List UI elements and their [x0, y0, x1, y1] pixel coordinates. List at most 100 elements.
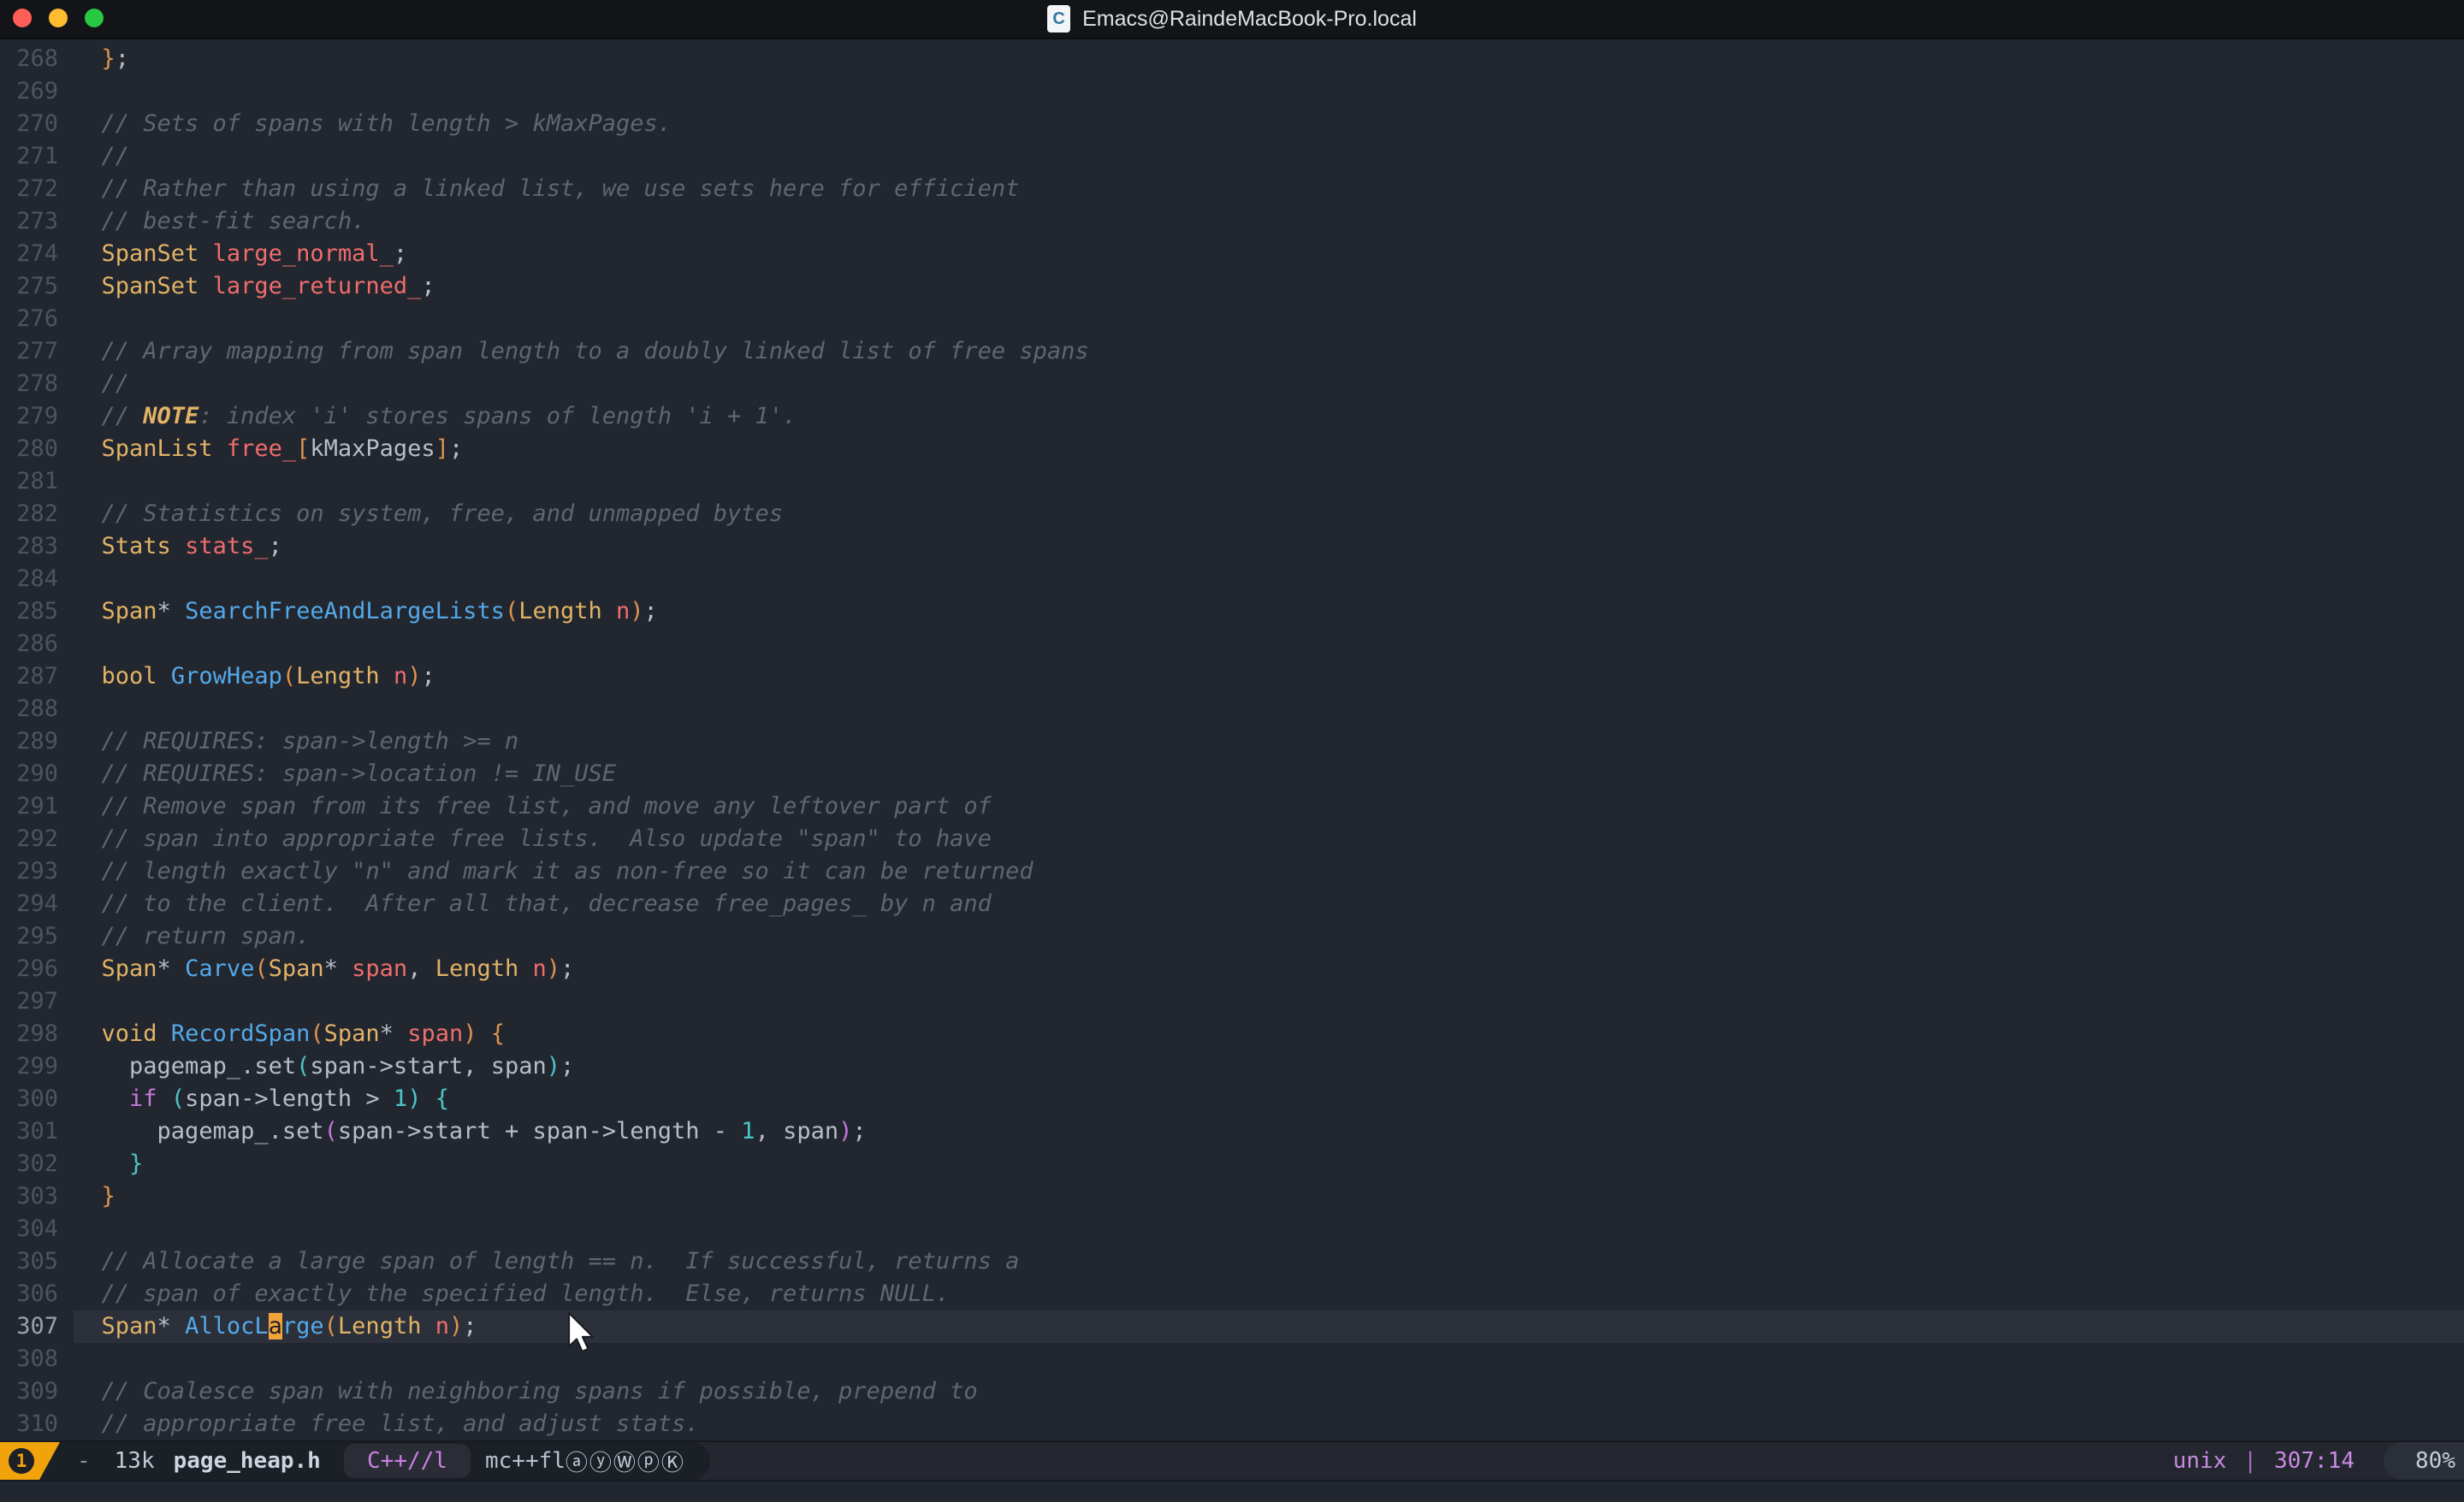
code-text: // length exactly "n" and mark it as non… — [101, 858, 1034, 884]
code-line[interactable]: 272 // Rather than using a linked list, … — [0, 173, 2464, 205]
code-line[interactable]: 280 SpanList free_[kMaxPages]; — [0, 433, 2464, 465]
code-line[interactable]: 277 // Array mapping from span length to… — [0, 335, 2464, 368]
major-mode-pill[interactable]: C++//l — [344, 1444, 471, 1478]
code-line[interactable]: 269 — [0, 75, 2464, 108]
code-text: // — [101, 143, 130, 169]
code-line[interactable]: 310 // appropriate free list, and adjust… — [0, 1408, 2464, 1440]
code-line[interactable]: 270 // Sets of spans with length > kMaxP… — [0, 108, 2464, 140]
code-text: // to the client. After all that, decrea… — [101, 890, 992, 917]
code-line[interactable]: 300 if (span->length > 1) { — [0, 1083, 2464, 1115]
code-line[interactable]: 304 — [0, 1213, 2464, 1245]
code-text: // Array mapping from span length to a d… — [101, 338, 1089, 364]
code-line[interactable]: 279 // NOTE: index 'i' stores spans of l… — [0, 400, 2464, 433]
code-line[interactable]: 281 — [0, 465, 2464, 498]
line-number: 299 — [16, 1053, 58, 1079]
line-number: 294 — [16, 890, 58, 917]
code-line[interactable]: 292 // span into appropriate free lists.… — [0, 823, 2464, 855]
code-line[interactable]: 301 pagemap_.set(span->start + span->len… — [0, 1115, 2464, 1148]
code-text: // REQUIRES: span->location != IN_USE — [101, 760, 616, 787]
code-line[interactable]: 305 // Allocate a large span of length =… — [0, 1245, 2464, 1278]
code-text: // best-fit search. — [101, 208, 366, 234]
code-buffer[interactable]: 268 }; 269 270 // Sets of spans with lengt… — [0, 39, 2464, 1447]
code-line[interactable]: 309 // Coalesce span with neighboring sp… — [0, 1375, 2464, 1408]
code-line[interactable]: 278 // — [0, 368, 2464, 400]
code-line[interactable]: 291 // Remove span from its free list, a… — [0, 790, 2464, 823]
cursor-position[interactable]: 307:14 — [2274, 1448, 2354, 1474]
code-line[interactable]: 296 Span* Carve(Span* span, Length n); — [0, 953, 2464, 985]
code-line[interactable]: 308 — [0, 1343, 2464, 1375]
code-line[interactable]: 297 — [0, 985, 2464, 1018]
code-line[interactable]: 303 } — [0, 1180, 2464, 1213]
code-line[interactable]: 273 // best-fit search. — [0, 205, 2464, 238]
code-text: pagemap_.set(span->start + span->length … — [157, 1118, 867, 1144]
code-text: // REQUIRES: span->length >= n — [101, 728, 519, 754]
code-text: }; — [101, 45, 130, 72]
code-text: Stats stats_; — [101, 533, 282, 559]
major-mode[interactable]: C++//l — [367, 1448, 447, 1474]
code-line[interactable]: 302 } — [0, 1148, 2464, 1180]
code-line[interactable]: 299 pagemap_.set(span->start, span); — [0, 1050, 2464, 1083]
line-number: 292 — [16, 825, 58, 852]
code-line[interactable]: 307 Span* AllocLarge(Length n); — [0, 1310, 2464, 1343]
code-line[interactable]: 283 Stats stats_; — [0, 530, 2464, 563]
line-number: 273 — [16, 208, 58, 234]
buffer-name[interactable]: page_heap.h — [174, 1448, 321, 1474]
code-text: SpanSet large_returned_; — [101, 273, 435, 299]
code-text: bool GrowHeap(Length n); — [101, 663, 435, 689]
code-line[interactable]: 298 void RecordSpan(Span* span) { — [0, 1018, 2464, 1050]
code-text: void RecordSpan(Span* span) { — [101, 1020, 506, 1047]
code-line[interactable]: 284 — [0, 563, 2464, 595]
line-number: 276 — [16, 305, 58, 332]
code-text: if (span->length > 1) { — [129, 1085, 449, 1112]
code-line[interactable]: 294 // to the client. After all that, de… — [0, 888, 2464, 920]
code-text: // span of exactly the specified length.… — [101, 1280, 951, 1307]
code-line[interactable]: 295 // return span. — [0, 920, 2464, 953]
window-title: Emacs@RaindeMacBook-Pro.local — [1082, 6, 1417, 31]
code-line[interactable]: 293 // length exactly "n" and mark it as… — [0, 855, 2464, 888]
line-number: 284 — [16, 565, 58, 592]
line-number: 280 — [16, 435, 58, 462]
line-number: 310 — [16, 1410, 58, 1437]
code-line[interactable]: 290 // REQUIRES: span->location != IN_US… — [0, 758, 2464, 790]
code-line[interactable]: 286 — [0, 628, 2464, 660]
code-line[interactable]: 274 SpanSet large_normal_; — [0, 238, 2464, 270]
minimize-button[interactable] — [49, 9, 68, 27]
minor-mode-letters: mc++fl — [485, 1448, 566, 1474]
code-line[interactable]: 276 — [0, 303, 2464, 335]
code-line[interactable]: 285 Span* SearchFreeAndLargeLists(Length… — [0, 595, 2464, 628]
code-line[interactable]: 288 — [0, 693, 2464, 725]
eol-type[interactable]: unix — [2173, 1448, 2227, 1474]
text-cursor: a — [268, 1313, 282, 1339]
echo-area[interactable] — [0, 1481, 2464, 1502]
code-line[interactable]: 271 // — [0, 140, 2464, 173]
modeline: 1 - 13k page_heap.h C++//l mc++fl ⓐⓨⓌⓟⓀ u… — [0, 1440, 2464, 1481]
code-line[interactable]: 287 bool GrowHeap(Length n); — [0, 660, 2464, 693]
line-number: 274 — [16, 240, 58, 267]
buffer-state: - — [77, 1448, 91, 1474]
line-number: 275 — [16, 273, 58, 299]
line-number: 300 — [16, 1085, 58, 1112]
code-line[interactable]: 268 }; — [0, 43, 2464, 75]
close-button[interactable] — [13, 9, 32, 27]
titlebar[interactable]: C Emacs@RaindeMacBook-Pro.local — [0, 0, 2464, 39]
code-line[interactable]: 289 // REQUIRES: span->length >= n — [0, 725, 2464, 758]
code-line[interactable]: 275 SpanSet large_returned_; — [0, 270, 2464, 303]
minor-modes[interactable]: mc++fl ⓐⓨⓌⓟⓀ — [485, 1442, 685, 1480]
code-line[interactable]: 306 // span of exactly the specified len… — [0, 1278, 2464, 1310]
line-number: 301 — [16, 1118, 58, 1144]
line-number: 295 — [16, 923, 58, 949]
document-icon: C — [1047, 5, 1071, 33]
zoom-button[interactable] — [85, 9, 104, 27]
code-text: SpanSet large_normal_; — [101, 240, 408, 267]
line-number: 286 — [16, 630, 58, 657]
line-number: 309 — [16, 1378, 58, 1404]
code-line[interactable]: 282 // Statistics on system, free, and u… — [0, 498, 2464, 530]
line-number: 289 — [16, 728, 58, 754]
line-number: 298 — [16, 1020, 58, 1047]
